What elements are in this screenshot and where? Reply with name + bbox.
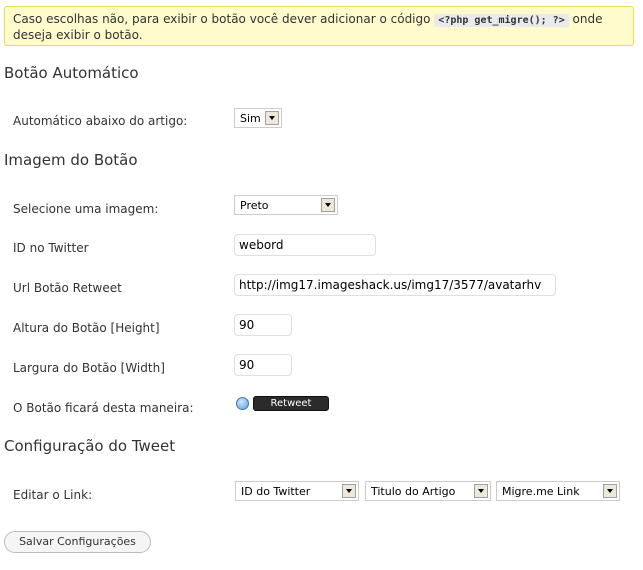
chevron-down-icon (321, 198, 335, 212)
width-input[interactable]: 90 (234, 354, 292, 376)
height-input[interactable]: 90 (234, 314, 292, 336)
section-title-auto: Botão Automático (4, 64, 139, 82)
notice-text-before: Caso escolhas não, para exibir o botão v… (13, 12, 435, 26)
twitter-bird-icon (236, 397, 249, 410)
chevron-down-icon (342, 484, 356, 498)
retweet-url-label: Url Botão Retweet (13, 281, 122, 295)
chevron-down-icon (474, 484, 488, 498)
link-select-2[interactable]: Titulo do Artigo (365, 481, 491, 501)
link-select-2-value: Titulo do Artigo (371, 485, 456, 498)
link-select-1[interactable]: ID do Twitter (235, 481, 359, 501)
link-select-1-value: ID do Twitter (241, 485, 311, 498)
retweet-preview-button: Retweet (253, 396, 329, 411)
chevron-down-icon (603, 484, 617, 498)
height-label: Altura do Botão [Height] (13, 321, 160, 335)
section-title-image: Imagem do Botão (4, 151, 138, 169)
notice-code: <?php get_migre(); ?> (434, 14, 569, 27)
edit-link-label: Editar o Link: (13, 488, 93, 502)
save-settings-button[interactable]: Salvar Configurações (4, 531, 151, 553)
retweet-url-input[interactable]: http://img17.imageshack.us/img17/3577/av… (234, 274, 556, 296)
notice-box: Caso escolhas não, para exibir o botão v… (4, 6, 634, 46)
link-select-3[interactable]: Migre.me Link (496, 481, 620, 501)
preview-label: O Botão ficará desta maneira: (13, 401, 194, 415)
link-select-3-value: Migre.me Link (502, 485, 580, 498)
auto-label: Automático abaixo do artigo: (13, 114, 188, 128)
width-label: Largura do Botão [Width] (13, 361, 165, 375)
twitter-id-label: ID no Twitter (13, 241, 89, 255)
section-title-tweet: Configuração do Tweet (4, 437, 176, 455)
chevron-down-icon (265, 111, 279, 125)
auto-select[interactable]: Sim (234, 108, 282, 128)
auto-select-value: Sim (240, 112, 261, 125)
image-select-label: Selecione uma imagem: (13, 202, 159, 216)
image-select-value: Preto (240, 199, 269, 212)
twitter-id-input[interactable]: webord (234, 234, 376, 256)
image-select[interactable]: Preto (234, 195, 338, 215)
